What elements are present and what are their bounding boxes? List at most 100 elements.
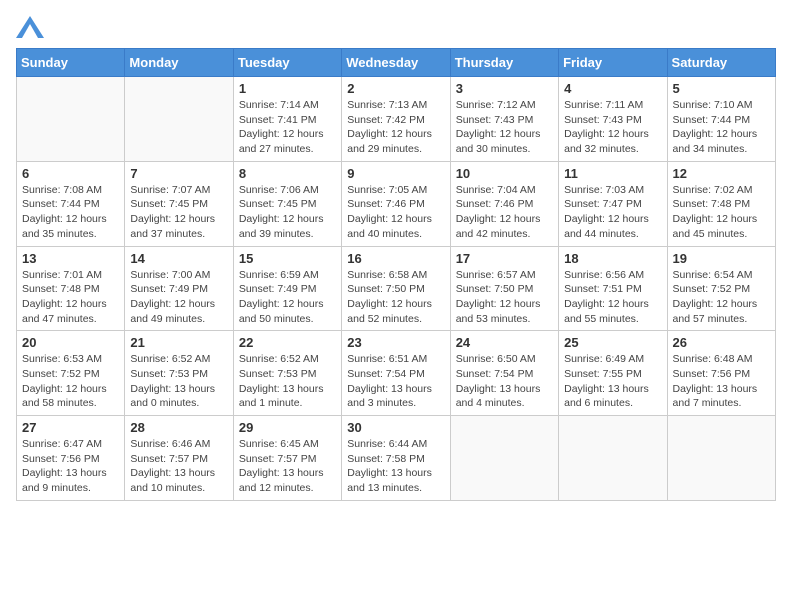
column-header-thursday: Thursday xyxy=(450,49,558,77)
day-number: 14 xyxy=(130,251,227,266)
calendar-body: 1Sunrise: 7:14 AM Sunset: 7:41 PM Daylig… xyxy=(17,77,776,501)
logo xyxy=(16,16,48,38)
day-info: Sunrise: 7:01 AM Sunset: 7:48 PM Dayligh… xyxy=(22,268,119,327)
day-number: 20 xyxy=(22,335,119,350)
day-info: Sunrise: 6:48 AM Sunset: 7:56 PM Dayligh… xyxy=(673,352,770,411)
day-number: 16 xyxy=(347,251,444,266)
day-info: Sunrise: 7:10 AM Sunset: 7:44 PM Dayligh… xyxy=(673,98,770,157)
logo-icon xyxy=(16,16,44,38)
calendar-cell xyxy=(450,416,558,501)
calendar-cell: 14 Sunrise: 7:00 AM Sunset: 7:49 PM Dayli… xyxy=(125,246,233,331)
day-info: Sunrise: 6:50 AM Sunset: 7:54 PM Dayligh… xyxy=(456,352,553,411)
day-info: Sunrise: 7:08 AM Sunset: 7:44 PM Dayligh… xyxy=(22,183,119,242)
calendar-cell: 4 Sunrise: 7:11 AM Sunset: 7:43 PM Daylig… xyxy=(559,77,667,162)
calendar-cell: 15 Sunrise: 6:59 AM Sunset: 7:49 PM Dayli… xyxy=(233,246,341,331)
calendar-cell: 2 Sunrise: 7:13 AM Sunset: 7:42 PM Daylig… xyxy=(342,77,450,162)
day-info: Sunrise: 6:49 AM Sunset: 7:55 PM Dayligh… xyxy=(564,352,661,411)
day-number: 17 xyxy=(456,251,553,266)
day-info: Sunrise: 6:51 AM Sunset: 7:54 PM Dayligh… xyxy=(347,352,444,411)
calendar-cell: 28 Sunrise: 6:46 AM Sunset: 7:57 PM Dayli… xyxy=(125,416,233,501)
calendar-cell: 18 Sunrise: 6:56 AM Sunset: 7:51 PM Dayli… xyxy=(559,246,667,331)
day-info: Sunrise: 7:13 AM Sunset: 7:42 PM Dayligh… xyxy=(347,98,444,157)
calendar-cell xyxy=(17,77,125,162)
calendar-cell: 19 Sunrise: 6:54 AM Sunset: 7:52 PM Dayli… xyxy=(667,246,775,331)
day-number: 28 xyxy=(130,420,227,435)
calendar-cell: 30 Sunrise: 6:44 AM Sunset: 7:58 PM Dayli… xyxy=(342,416,450,501)
calendar-cell: 1Sunrise: 7:14 AM Sunset: 7:41 PM Daylig… xyxy=(233,77,341,162)
day-number: 7 xyxy=(130,166,227,181)
day-info: Sunrise: 7:12 AM Sunset: 7:43 PM Dayligh… xyxy=(456,98,553,157)
day-info: Sunrise: 6:57 AM Sunset: 7:50 PM Dayligh… xyxy=(456,268,553,327)
day-info: Sunrise: 6:56 AM Sunset: 7:51 PM Dayligh… xyxy=(564,268,661,327)
day-info: Sunrise: 6:54 AM Sunset: 7:52 PM Dayligh… xyxy=(673,268,770,327)
column-header-wednesday: Wednesday xyxy=(342,49,450,77)
day-info: Sunrise: 6:47 AM Sunset: 7:56 PM Dayligh… xyxy=(22,437,119,496)
day-info: Sunrise: 7:04 AM Sunset: 7:46 PM Dayligh… xyxy=(456,183,553,242)
calendar-cell: 11 Sunrise: 7:03 AM Sunset: 7:47 PM Dayli… xyxy=(559,161,667,246)
day-number: 26 xyxy=(673,335,770,350)
calendar-cell: 29 Sunrise: 6:45 AM Sunset: 7:57 PM Dayli… xyxy=(233,416,341,501)
calendar-cell xyxy=(559,416,667,501)
day-number: 11 xyxy=(564,166,661,181)
column-header-saturday: Saturday xyxy=(667,49,775,77)
day-number: 5 xyxy=(673,81,770,96)
calendar-cell: 20Sunrise: 6:53 AM Sunset: 7:52 PM Dayli… xyxy=(17,331,125,416)
day-number: 13 xyxy=(22,251,119,266)
day-number: 2 xyxy=(347,81,444,96)
week-row-4: 27 Sunrise: 6:47 AM Sunset: 7:56 PM Dayli… xyxy=(17,416,776,501)
calendar-cell: 12 Sunrise: 7:02 AM Sunset: 7:48 PM Dayli… xyxy=(667,161,775,246)
calendar-cell: 27 Sunrise: 6:47 AM Sunset: 7:56 PM Dayli… xyxy=(17,416,125,501)
day-number: 12 xyxy=(673,166,770,181)
day-number: 30 xyxy=(347,420,444,435)
day-number: 4 xyxy=(564,81,661,96)
day-info: Sunrise: 6:52 AM Sunset: 7:53 PM Dayligh… xyxy=(239,352,336,411)
day-info: Sunrise: 6:46 AM Sunset: 7:57 PM Dayligh… xyxy=(130,437,227,496)
calendar-cell xyxy=(667,416,775,501)
calendar-cell: 9Sunrise: 7:05 AM Sunset: 7:46 PM Daylig… xyxy=(342,161,450,246)
day-info: Sunrise: 7:11 AM Sunset: 7:43 PM Dayligh… xyxy=(564,98,661,157)
day-number: 22 xyxy=(239,335,336,350)
day-info: Sunrise: 6:45 AM Sunset: 7:57 PM Dayligh… xyxy=(239,437,336,496)
column-header-friday: Friday xyxy=(559,49,667,77)
day-info: Sunrise: 7:07 AM Sunset: 7:45 PM Dayligh… xyxy=(130,183,227,242)
day-number: 21 xyxy=(130,335,227,350)
day-info: Sunrise: 7:05 AM Sunset: 7:46 PM Dayligh… xyxy=(347,183,444,242)
calendar-cell: 26 Sunrise: 6:48 AM Sunset: 7:56 PM Dayli… xyxy=(667,331,775,416)
day-info: Sunrise: 7:03 AM Sunset: 7:47 PM Dayligh… xyxy=(564,183,661,242)
day-number: 3 xyxy=(456,81,553,96)
calendar-cell: 24Sunrise: 6:50 AM Sunset: 7:54 PM Dayli… xyxy=(450,331,558,416)
day-number: 10 xyxy=(456,166,553,181)
day-number: 1 xyxy=(239,81,336,96)
week-row-0: 1Sunrise: 7:14 AM Sunset: 7:41 PM Daylig… xyxy=(17,77,776,162)
column-header-tuesday: Tuesday xyxy=(233,49,341,77)
calendar-cell: 6 Sunrise: 7:08 AM Sunset: 7:44 PM Daylig… xyxy=(17,161,125,246)
calendar-cell xyxy=(125,77,233,162)
day-info: Sunrise: 6:59 AM Sunset: 7:49 PM Dayligh… xyxy=(239,268,336,327)
day-number: 18 xyxy=(564,251,661,266)
week-row-2: 13 Sunrise: 7:01 AM Sunset: 7:48 PM Dayli… xyxy=(17,246,776,331)
calendar-cell: 10 Sunrise: 7:04 AM Sunset: 7:46 PM Dayli… xyxy=(450,161,558,246)
day-number: 27 xyxy=(22,420,119,435)
day-info: Sunrise: 6:44 AM Sunset: 7:58 PM Dayligh… xyxy=(347,437,444,496)
day-number: 23 xyxy=(347,335,444,350)
day-info: Sunrise: 7:02 AM Sunset: 7:48 PM Dayligh… xyxy=(673,183,770,242)
calendar-cell: 22 Sunrise: 6:52 AM Sunset: 7:53 PM Dayli… xyxy=(233,331,341,416)
column-header-monday: Monday xyxy=(125,49,233,77)
day-number: 6 xyxy=(22,166,119,181)
calendar-cell: 3 Sunrise: 7:12 AM Sunset: 7:43 PM Daylig… xyxy=(450,77,558,162)
day-info: Sunrise: 6:58 AM Sunset: 7:50 PM Dayligh… xyxy=(347,268,444,327)
calendar-cell: 7 Sunrise: 7:07 AM Sunset: 7:45 PM Daylig… xyxy=(125,161,233,246)
day-number: 19 xyxy=(673,251,770,266)
calendar-cell: 16 Sunrise: 6:58 AM Sunset: 7:50 PM Dayli… xyxy=(342,246,450,331)
week-row-3: 20Sunrise: 6:53 AM Sunset: 7:52 PM Dayli… xyxy=(17,331,776,416)
day-number: 25 xyxy=(564,335,661,350)
calendar-header-row: SundayMondayTuesdayWednesdayThursdayFrid… xyxy=(17,49,776,77)
day-number: 8 xyxy=(239,166,336,181)
calendar-cell: 8 Sunrise: 7:06 AM Sunset: 7:45 PM Daylig… xyxy=(233,161,341,246)
day-number: 29 xyxy=(239,420,336,435)
day-info: Sunrise: 7:06 AM Sunset: 7:45 PM Dayligh… xyxy=(239,183,336,242)
day-info: Sunrise: 7:00 AM Sunset: 7:49 PM Dayligh… xyxy=(130,268,227,327)
header xyxy=(16,16,776,38)
day-number: 15 xyxy=(239,251,336,266)
calendar-cell: 25 Sunrise: 6:49 AM Sunset: 7:55 PM Dayli… xyxy=(559,331,667,416)
